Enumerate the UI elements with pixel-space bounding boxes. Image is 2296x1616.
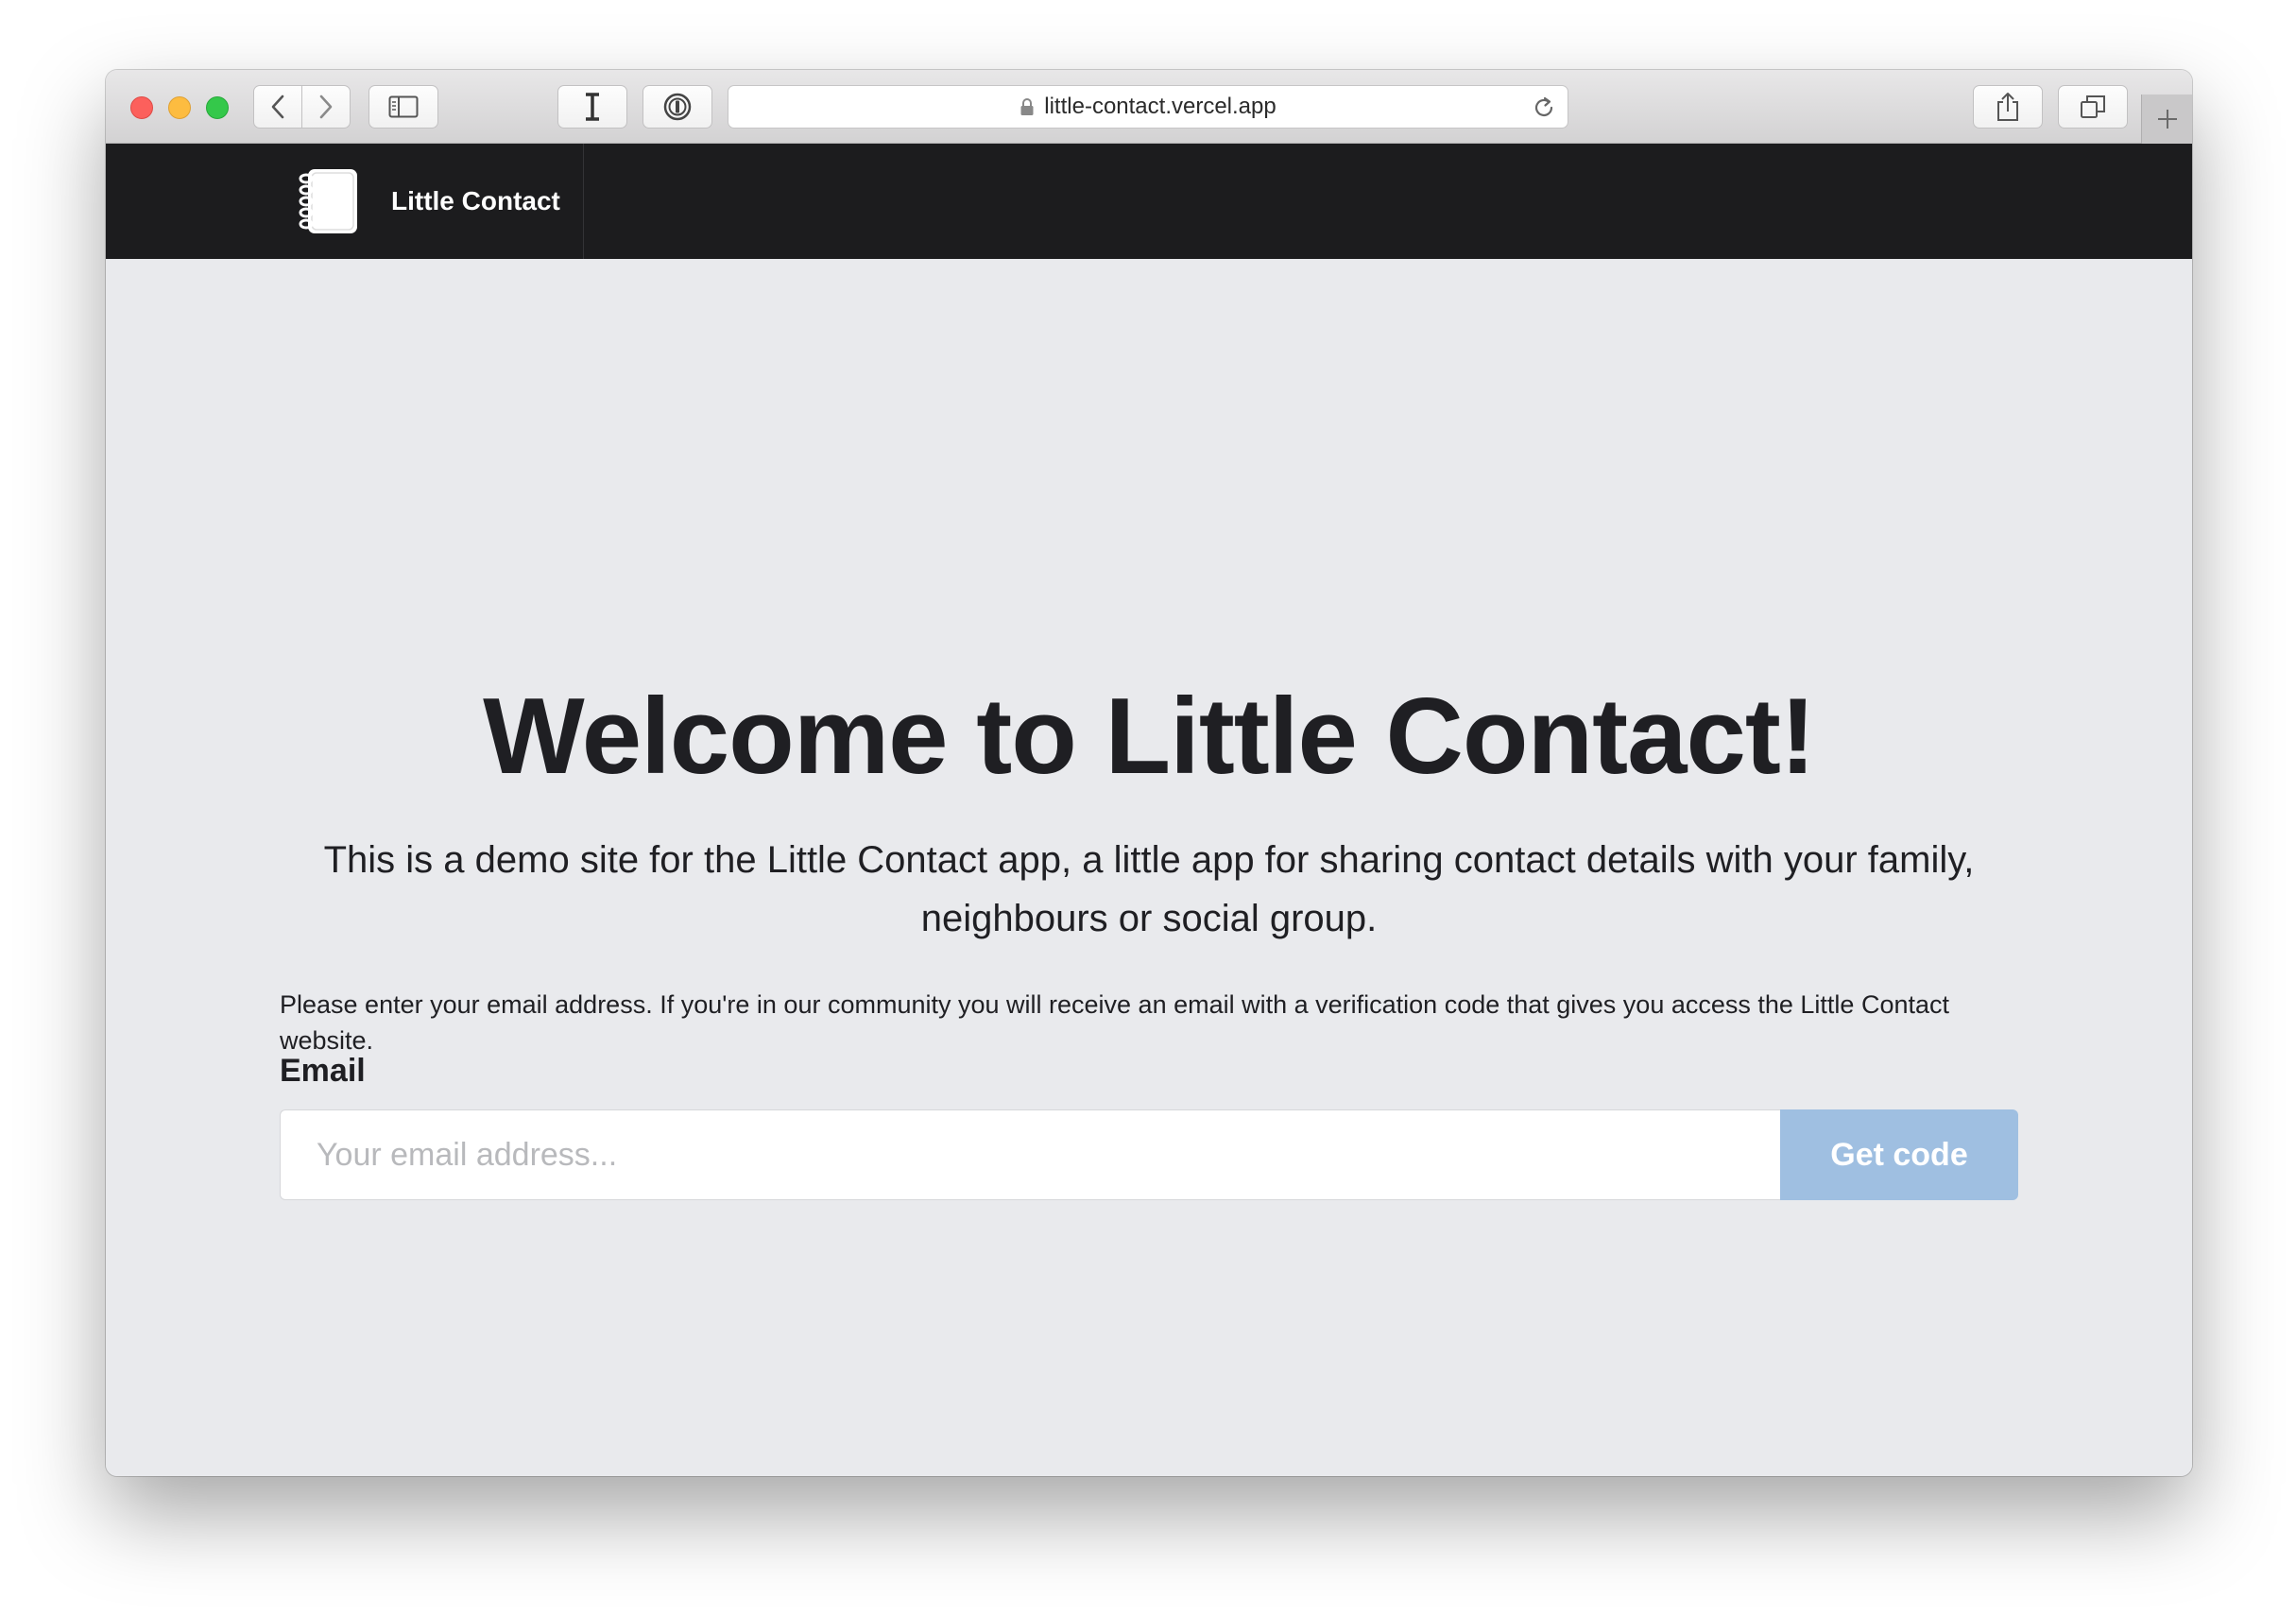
address-bar[interactable]: little-contact.vercel.app	[728, 85, 1568, 129]
email-form: Get code	[280, 1109, 2018, 1200]
tabs-icon	[2081, 95, 2105, 118]
sidebar-button[interactable]	[368, 85, 438, 129]
reader-button[interactable]	[557, 85, 627, 129]
get-code-button[interactable]: Get code	[1780, 1109, 2018, 1200]
back-button[interactable]	[253, 85, 302, 129]
sidebar-icon	[388, 95, 419, 118]
minimize-window-button[interactable]	[168, 96, 191, 119]
share-icon	[1997, 93, 2018, 121]
share-button[interactable]	[1973, 85, 2043, 129]
email-input[interactable]	[280, 1109, 1780, 1200]
chevron-left-icon	[271, 95, 284, 119]
browser-window: little-contact.vercel.app Little Contact…	[106, 70, 2192, 1476]
forward-button[interactable]	[301, 85, 351, 129]
reload-icon[interactable]	[1532, 95, 1556, 127]
lock-icon	[1019, 97, 1035, 116]
page-subtitle: This is a demo site for the Little Conta…	[323, 839, 1975, 939]
zoom-window-button[interactable]	[206, 96, 229, 119]
plus-icon	[2157, 110, 2177, 129]
email-label: Email	[280, 1053, 366, 1089]
brand-link[interactable]: Little Contact	[106, 144, 584, 259]
page-title: Welcome to Little Contact!	[483, 677, 1816, 797]
intro-text: Please enter your email address. If you'…	[280, 990, 1949, 1055]
site-header: Little Contact	[106, 144, 2192, 259]
text-cursor-icon	[586, 93, 599, 121]
password-manager-button[interactable]	[643, 85, 712, 129]
new-tab-button[interactable]	[2141, 95, 2192, 144]
brand-name: Little Contact	[391, 186, 560, 215]
url-text: little-contact.vercel.app	[1044, 94, 1277, 119]
notebook-icon	[299, 167, 361, 240]
chevron-right-icon	[319, 95, 333, 119]
main-content: Welcome to Little Contact! This is a dem…	[106, 259, 2192, 1476]
browser-toolbar: little-contact.vercel.app	[106, 70, 2192, 144]
onepassword-icon	[663, 93, 692, 121]
show-tabs-button[interactable]	[2058, 85, 2128, 129]
close-window-button[interactable]	[130, 96, 153, 119]
